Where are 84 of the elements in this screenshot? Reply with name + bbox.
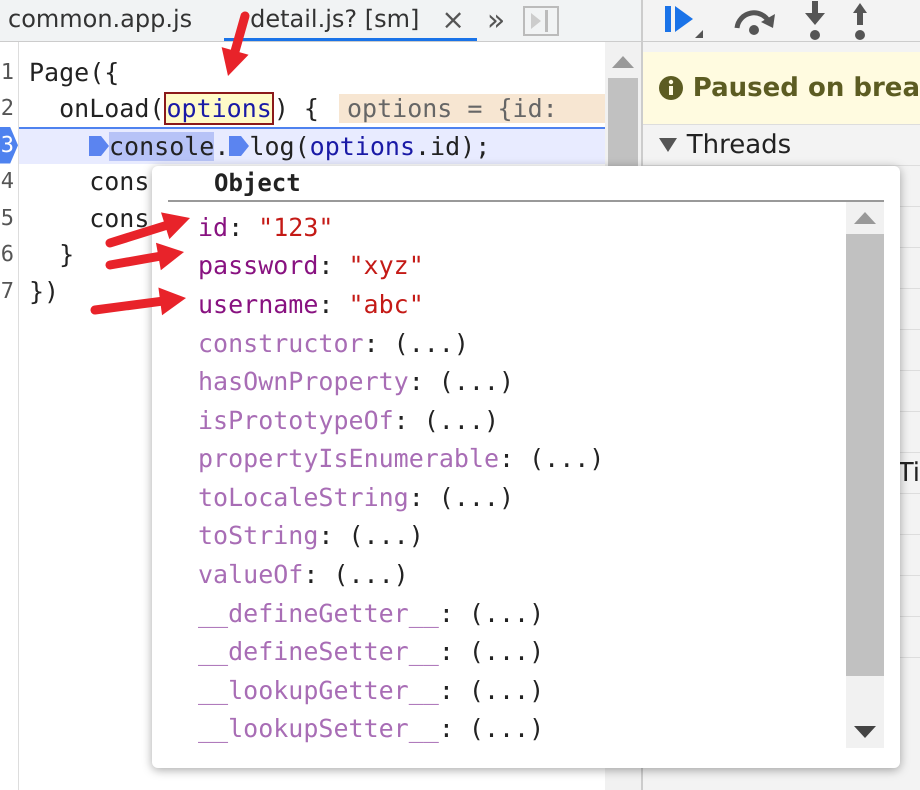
- property-name: __defineGetter__: [198, 598, 439, 628]
- line-number: 6: [0, 241, 15, 270]
- property-separator: :: [394, 406, 409, 435]
- scroll-up-icon[interactable]: [612, 56, 634, 68]
- scroll-thumb[interactable]: [846, 234, 884, 676]
- line-number: 5: [0, 204, 15, 233]
- property-name: constructor: [198, 328, 364, 358]
- code-text: options: [310, 132, 415, 161]
- property-separator: :: [438, 714, 454, 744]
- file-tab[interactable]: common.app.js: [0, 0, 204, 41]
- property-name: toString: [198, 521, 318, 550]
- scrollbar[interactable]: [846, 202, 884, 748]
- property-separator: :: [318, 251, 334, 280]
- selected-code: console: [109, 132, 214, 161]
- property-separator: :: [499, 444, 514, 474]
- code-text: ) {: [274, 94, 319, 124]
- annotation-arrow: [222, 12, 250, 76]
- line-number: 1: [0, 58, 15, 87]
- popover-title: Object: [214, 169, 301, 197]
- property-separator: :: [408, 367, 424, 396]
- property-value: (...): [438, 482, 514, 512]
- property-value: (...): [424, 406, 499, 435]
- property-name: username: [198, 290, 318, 319]
- property-name: propertyIsEnumerable: [198, 444, 500, 474]
- code-text: onLoad(: [58, 94, 164, 124]
- line-number: 7: [0, 278, 15, 306]
- property-separator: :: [228, 212, 244, 242]
- line-number: 3: [0, 127, 18, 164]
- scroll-up-icon[interactable]: [854, 212, 876, 224]
- property-name: valueOf: [198, 560, 304, 589]
- code-text: .: [214, 132, 230, 161]
- close-icon[interactable]: ×: [441, 2, 465, 36]
- code-text: cons: [88, 204, 150, 233]
- property-name: isPrototypeOf: [198, 406, 394, 435]
- code-text: log(: [249, 132, 310, 161]
- info-icon: [658, 76, 683, 100]
- property-separator: :: [408, 482, 424, 512]
- step-into-icon[interactable]: [802, 0, 827, 40]
- property-name: __lookupGetter__: [198, 676, 439, 705]
- property-name: toLocaleString: [198, 482, 409, 512]
- code-text: .id);: [415, 132, 490, 161]
- property-value: "xyz": [348, 251, 424, 280]
- property-value: (...): [468, 676, 544, 705]
- property-value: (...): [333, 560, 409, 589]
- code-text: Page({: [29, 58, 120, 87]
- step-out-icon[interactable]: [852, 0, 867, 40]
- property-name: hasOwnProperty: [198, 367, 409, 396]
- inline-value: options = {id:: [338, 94, 605, 124]
- property-value: (...): [438, 367, 514, 396]
- line-number: 4: [0, 168, 15, 196]
- property-separator: :: [438, 637, 454, 666]
- property-value: (...): [529, 444, 604, 474]
- property-separator: :: [438, 598, 454, 628]
- code-text: cons: [88, 167, 150, 196]
- row-text: Ti: [898, 458, 920, 488]
- property-name: id: [198, 212, 228, 242]
- property-name: __defineSetter__: [198, 637, 439, 666]
- panel-toggle-icon[interactable]: [523, 6, 560, 36]
- property-value: (...): [348, 521, 424, 550]
- scroll-down-icon[interactable]: [854, 726, 876, 738]
- property-value: (...): [394, 328, 469, 358]
- expand-triangle-icon[interactable]: [658, 138, 677, 152]
- property-value: "abc": [348, 290, 424, 319]
- hovered-variable[interactable]: options: [164, 92, 274, 126]
- resume-icon[interactable]: [664, 4, 705, 38]
- more-tabs-button[interactable]: »: [476, 0, 524, 41]
- property-value: (...): [468, 714, 544, 744]
- property-separator: :: [364, 328, 379, 358]
- property-name: password: [198, 251, 318, 280]
- line-number: 2: [0, 95, 15, 124]
- code-text: }: [58, 240, 74, 270]
- code-text: }): [29, 276, 60, 306]
- paused-message: Paused on brea: [692, 73, 920, 103]
- property-value: (...): [468, 637, 544, 666]
- property-separator: :: [438, 676, 454, 705]
- property-value: (...): [468, 598, 544, 628]
- section-title[interactable]: Threads: [686, 130, 792, 160]
- property-separator: :: [318, 521, 334, 550]
- file-tab[interactable]: detail.js? [sm] ×: [224, 0, 477, 41]
- property-value: "123": [258, 212, 334, 242]
- property-separator: :: [303, 560, 318, 589]
- breakpoint-marker-icon[interactable]: [229, 134, 250, 158]
- property-separator: :: [318, 290, 334, 319]
- property-name: __lookupSetter__: [198, 714, 439, 744]
